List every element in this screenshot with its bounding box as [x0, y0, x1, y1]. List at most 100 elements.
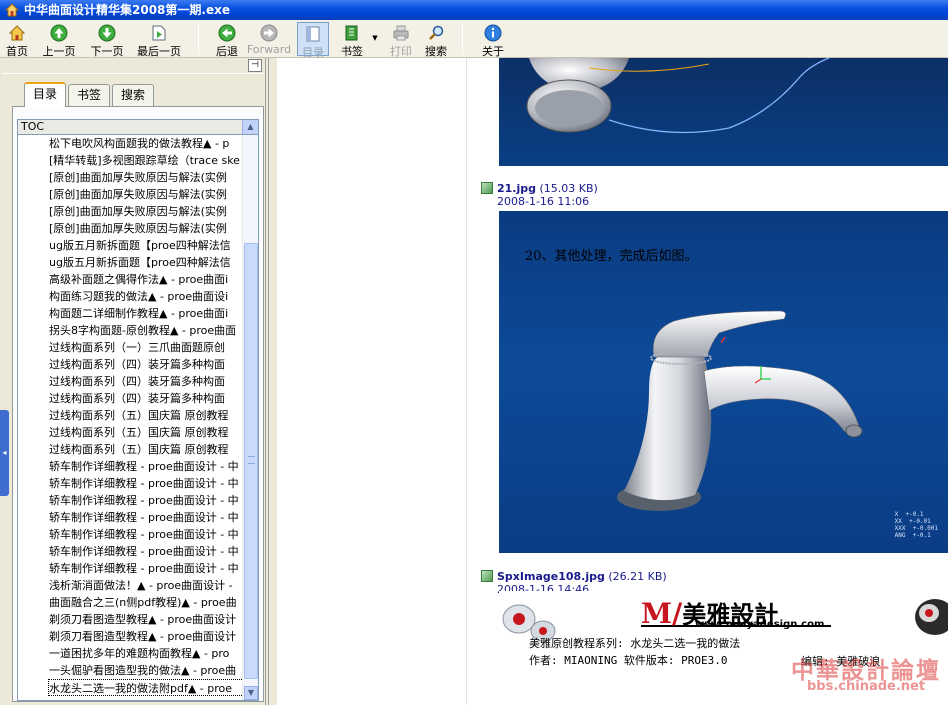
search-icon — [429, 25, 444, 40]
toc-item[interactable]: 过线构面系列（一）三爪曲面题原创 — [18, 339, 258, 356]
back-label: 后退 — [216, 45, 238, 58]
about-button[interactable]: 关于 — [478, 22, 508, 58]
toolbar-separator — [198, 24, 199, 54]
toc-item[interactable]: 曲面融合之三(n侧pdf教程)▲ - proe曲 — [18, 594, 258, 611]
forward-label: Forward — [246, 43, 292, 56]
chevron-down-icon: ▼ — [247, 688, 255, 697]
toc-item[interactable]: [原创]曲面加厚失败原因与解法(实例 — [18, 220, 258, 237]
toc-item[interactable]: 松下电吹风构面题我的做法教程▲ - p — [18, 135, 258, 152]
image-caption-1: 21.jpg (15.03 KB) — [481, 182, 598, 195]
toc-item[interactable]: 过线构面系列（四）装牙篇多种构面 — [18, 373, 258, 390]
toc-item[interactable]: 过线构面系列（五）国庆篇 原创教程 — [18, 407, 258, 424]
window-titlebar[interactable]: 中华曲面设计精华集2008第一期.exe — [0, 0, 948, 20]
last-page-label: 最后一页 — [137, 45, 181, 58]
toc-item[interactable]: ug版五月新拆面题【proe四种解法信 — [18, 254, 258, 271]
toc-item[interactable]: 轿车制作详细教程 - proe曲面设计 - 中 — [18, 526, 258, 543]
toc-panel: TOC ▲ 松下电吹风构面题我的做法教程▲ - p [精华转载]多视图跟踪草绘（t… — [12, 106, 264, 702]
tutorial-series: 美雅原创教程系列: 水龙头二选一我的做法 — [529, 637, 741, 650]
tab-bookmarks[interactable]: 书签 — [68, 84, 110, 106]
chevron-up-icon: ▲ — [247, 122, 254, 131]
toc-item[interactable]: 拐头8字构面题-原创教程▲ - proe曲面 — [18, 322, 258, 339]
toc-item[interactable]: [原创]曲面加厚失败原因与解法(实例 — [18, 169, 258, 186]
arrow-left-icon — [218, 24, 236, 42]
toc-item[interactable]: 轿车制作详细教程 - proe曲面设计 - 中 — [18, 475, 258, 492]
content-viewer[interactable]: 21.jpg (15.03 KB) 2008-1-16 11:06 20、其他处… — [277, 58, 948, 705]
toc-item[interactable]: [原创]曲面加厚失败原因与解法(实例 — [18, 186, 258, 203]
arrow-right-icon — [260, 24, 278, 42]
pane-splitter[interactable] — [268, 58, 277, 705]
toc-item[interactable]: 一道困扰多年的难题构面教程▲ - pro — [18, 645, 258, 662]
toolbar: 首页 上一页 下一页 最后一页 后退 Forward 目录 书签 ▼ 打印 搜索… — [0, 20, 948, 59]
toolbar-separator — [462, 24, 463, 54]
toc-item[interactable]: 浅析渐消面做法！▲ - proe曲面设计 - — [18, 577, 258, 594]
logo-mark: M/ — [641, 597, 683, 630]
pane-header: ⊣ — [2, 58, 264, 74]
toc-item[interactable]: 轿车制作详细教程 - proe曲面设计 - 中 — [18, 560, 258, 577]
printer-icon — [393, 25, 409, 41]
toc-item[interactable]: 过线构面系列（五）国庆篇 原创教程 — [18, 424, 258, 441]
tutorial-banner: M/美雅設計 www.meiyadesign.com 美雅原创教程系列: 水龙头… — [499, 591, 948, 705]
faucet-render-image — [617, 310, 863, 511]
pin-icon: ⊣ — [251, 60, 259, 70]
scrollbar-thumb[interactable] — [244, 243, 258, 679]
toc-item[interactable]: 过线构面系列（四）装牙篇多种构面 — [18, 390, 258, 407]
toc-item[interactable]: 构面练习题我的做法▲ - proe曲面设i — [18, 288, 258, 305]
toc-item[interactable]: [原创]曲面加厚失败原因与解法(实例 — [18, 203, 258, 220]
back-button[interactable]: 后退 — [212, 22, 242, 58]
prev-page-button[interactable]: 上一页 — [38, 22, 80, 58]
window-title: 中华曲面设计精华集2008第一期.exe — [24, 3, 230, 17]
print-button[interactable]: 打印 — [386, 22, 416, 58]
forum-watermark-url: bbs.chinade.net — [807, 679, 926, 694]
toc-item[interactable]: 剃须刀看图造型教程▲ - proe曲面设计 — [18, 628, 258, 645]
toc-button[interactable]: 目录 — [297, 22, 329, 59]
last-page-button[interactable]: 最后一页 — [134, 22, 184, 58]
scroll-down-button[interactable]: ▼ — [244, 686, 258, 700]
toc-item[interactable]: [精华转载]多视图跟踪草绘（trace ske — [18, 152, 258, 169]
toc-item[interactable]: 轿车制作详细教程 - proe曲面设计 - 中 — [18, 458, 258, 475]
chevron-down-icon: ▼ — [372, 34, 378, 42]
bookmark-button[interactable]: 书签 — [336, 22, 368, 58]
tab-search[interactable]: 搜索 — [112, 84, 154, 106]
image-entry-1: 21.jpg (15.03 KB) 2008-1-16 11:06 — [481, 182, 598, 208]
toc-item[interactable]: 一头倔驴看图造型我的做法▲ - proe曲 — [18, 662, 258, 679]
bookmark-dropdown[interactable]: ▼ — [370, 22, 380, 56]
toc-item[interactable]: 构面题二详细制作教程▲ - proe曲面i — [18, 305, 258, 322]
toc-item[interactable]: 高级补面题之偶得作法▲ - proe曲面i — [18, 271, 258, 288]
bookmark-icon — [345, 25, 358, 41]
prev-page-label: 上一页 — [42, 45, 76, 58]
tab-toc[interactable]: 目录 — [24, 82, 66, 107]
toc-item[interactable]: 过线构面系列（五）国庆篇 原创教程 — [18, 441, 258, 458]
next-page-button[interactable]: 下一页 — [86, 22, 128, 58]
home-icon — [8, 25, 26, 41]
toc-item[interactable]: ug版五月新拆面题【proe四种解法信 — [18, 237, 258, 254]
home-button[interactable]: 首页 — [2, 22, 32, 58]
forward-button[interactable]: Forward — [246, 22, 292, 56]
tutorial-author: 作者: MIAONING 软件版本: PROE3.0 — [529, 654, 728, 667]
tolerance-readout: X +-0.1 XX +-0.01 XXX +-0.001 ANG +-0.1 — [894, 511, 938, 539]
toc-item[interactable]: 轿车制作详细教程 - proe曲面设计 - 中 — [18, 492, 258, 509]
content-margin — [277, 58, 467, 705]
search-button[interactable]: 搜索 — [421, 22, 451, 58]
faucet-render-image — [526, 58, 830, 134]
image-date-1: 2008-1-16 11:06 — [497, 195, 590, 208]
image-size-1: (15.03 KB) — [539, 182, 598, 195]
toc-item[interactable]: 水龙头二选一我的做法附pdf▲ - proe — [48, 679, 244, 696]
toc-item[interactable]: 轿车制作详细教程 - proe曲面设计 - 中 — [18, 543, 258, 560]
toc-item[interactable]: 过线构面系列（四）装牙篇多种构面 — [18, 356, 258, 373]
home-label: 首页 — [6, 45, 28, 58]
image-filename-1[interactable]: 21.jpg — [497, 182, 536, 195]
toc-header[interactable]: TOC ▲ — [17, 119, 259, 135]
image-filename-2[interactable]: SpxImage108.jpg — [497, 570, 605, 583]
logo-url: www.meiyadesign.com — [695, 619, 825, 630]
info-icon — [484, 24, 502, 42]
faucet-render-top — [499, 58, 948, 166]
scroll-up-button[interactable]: ▲ — [242, 120, 258, 134]
toc-scrollbar[interactable]: ▼ — [242, 135, 258, 700]
next-page-label: 下一页 — [90, 45, 124, 58]
pin-pane-button[interactable]: ⊣ — [248, 59, 262, 72]
search-label: 搜索 — [425, 45, 447, 58]
toc-item[interactable]: 轿车制作详细教程 - proe曲面设计 - 中 — [18, 509, 258, 526]
pane-collapse-handle[interactable]: ◂ — [0, 410, 9, 496]
faucet-render: 20、其他处理，完成后如图。 X +-0.1 XX +-0.01 XXX +-0… — [499, 211, 948, 553]
toc-item[interactable]: 剃须刀看图造型教程▲ - proe曲面设计 — [18, 611, 258, 628]
